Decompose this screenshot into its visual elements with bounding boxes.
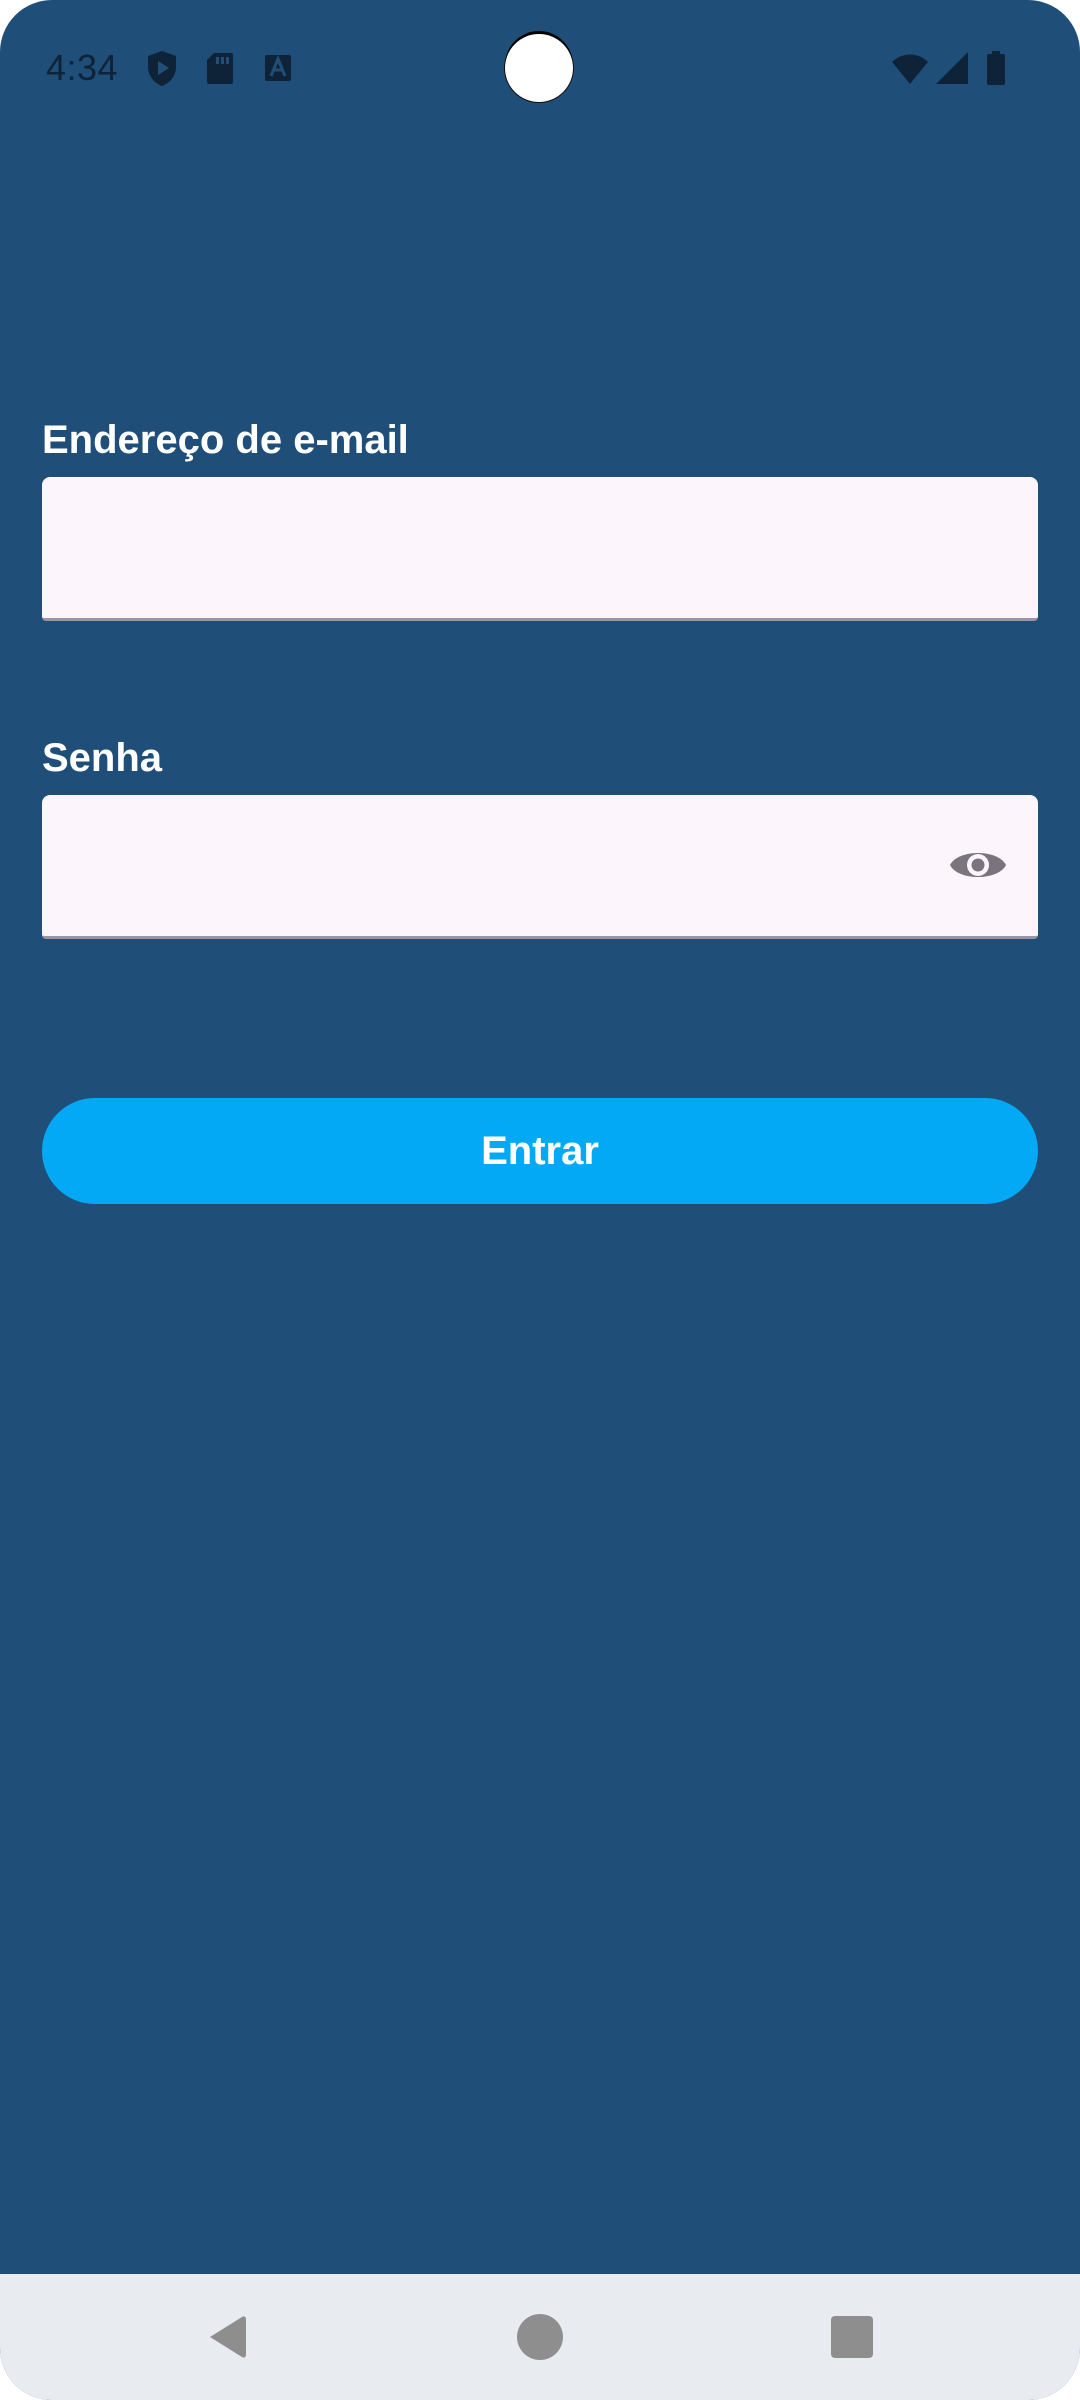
- eye-icon: [950, 853, 1006, 877]
- camera-cutout: [505, 34, 573, 102]
- back-icon: [210, 2316, 246, 2358]
- home-icon: [517, 2314, 563, 2360]
- font-a-icon: [258, 48, 298, 88]
- back-button[interactable]: [192, 2302, 262, 2372]
- recents-button[interactable]: [817, 2302, 887, 2372]
- wifi-icon: [890, 48, 930, 88]
- navigation-bar: [0, 2274, 1080, 2400]
- email-input[interactable]: [42, 477, 1038, 618]
- password-label: Senha: [42, 736, 163, 780]
- status-bar: 4:34: [0, 0, 1080, 140]
- password-field[interactable]: [42, 795, 1038, 939]
- home-button[interactable]: [505, 2302, 575, 2372]
- password-input[interactable]: [42, 795, 1038, 936]
- status-time: 4:34: [46, 47, 119, 88]
- battery-icon: [976, 48, 1016, 88]
- sd-card-icon: [200, 48, 240, 88]
- cellular-signal-icon: [932, 48, 972, 88]
- email-field[interactable]: [42, 477, 1038, 621]
- recents-icon: [831, 2316, 873, 2358]
- email-label: Endereço de e-mail: [42, 418, 409, 462]
- login-button[interactable]: Entrar: [42, 1098, 1038, 1204]
- play-protect-icon: [142, 48, 182, 88]
- toggle-password-visibility-button[interactable]: [948, 839, 1008, 891]
- login-screen: 4:34 Endereço de e-mail Senha Entrar: [0, 0, 1080, 2400]
